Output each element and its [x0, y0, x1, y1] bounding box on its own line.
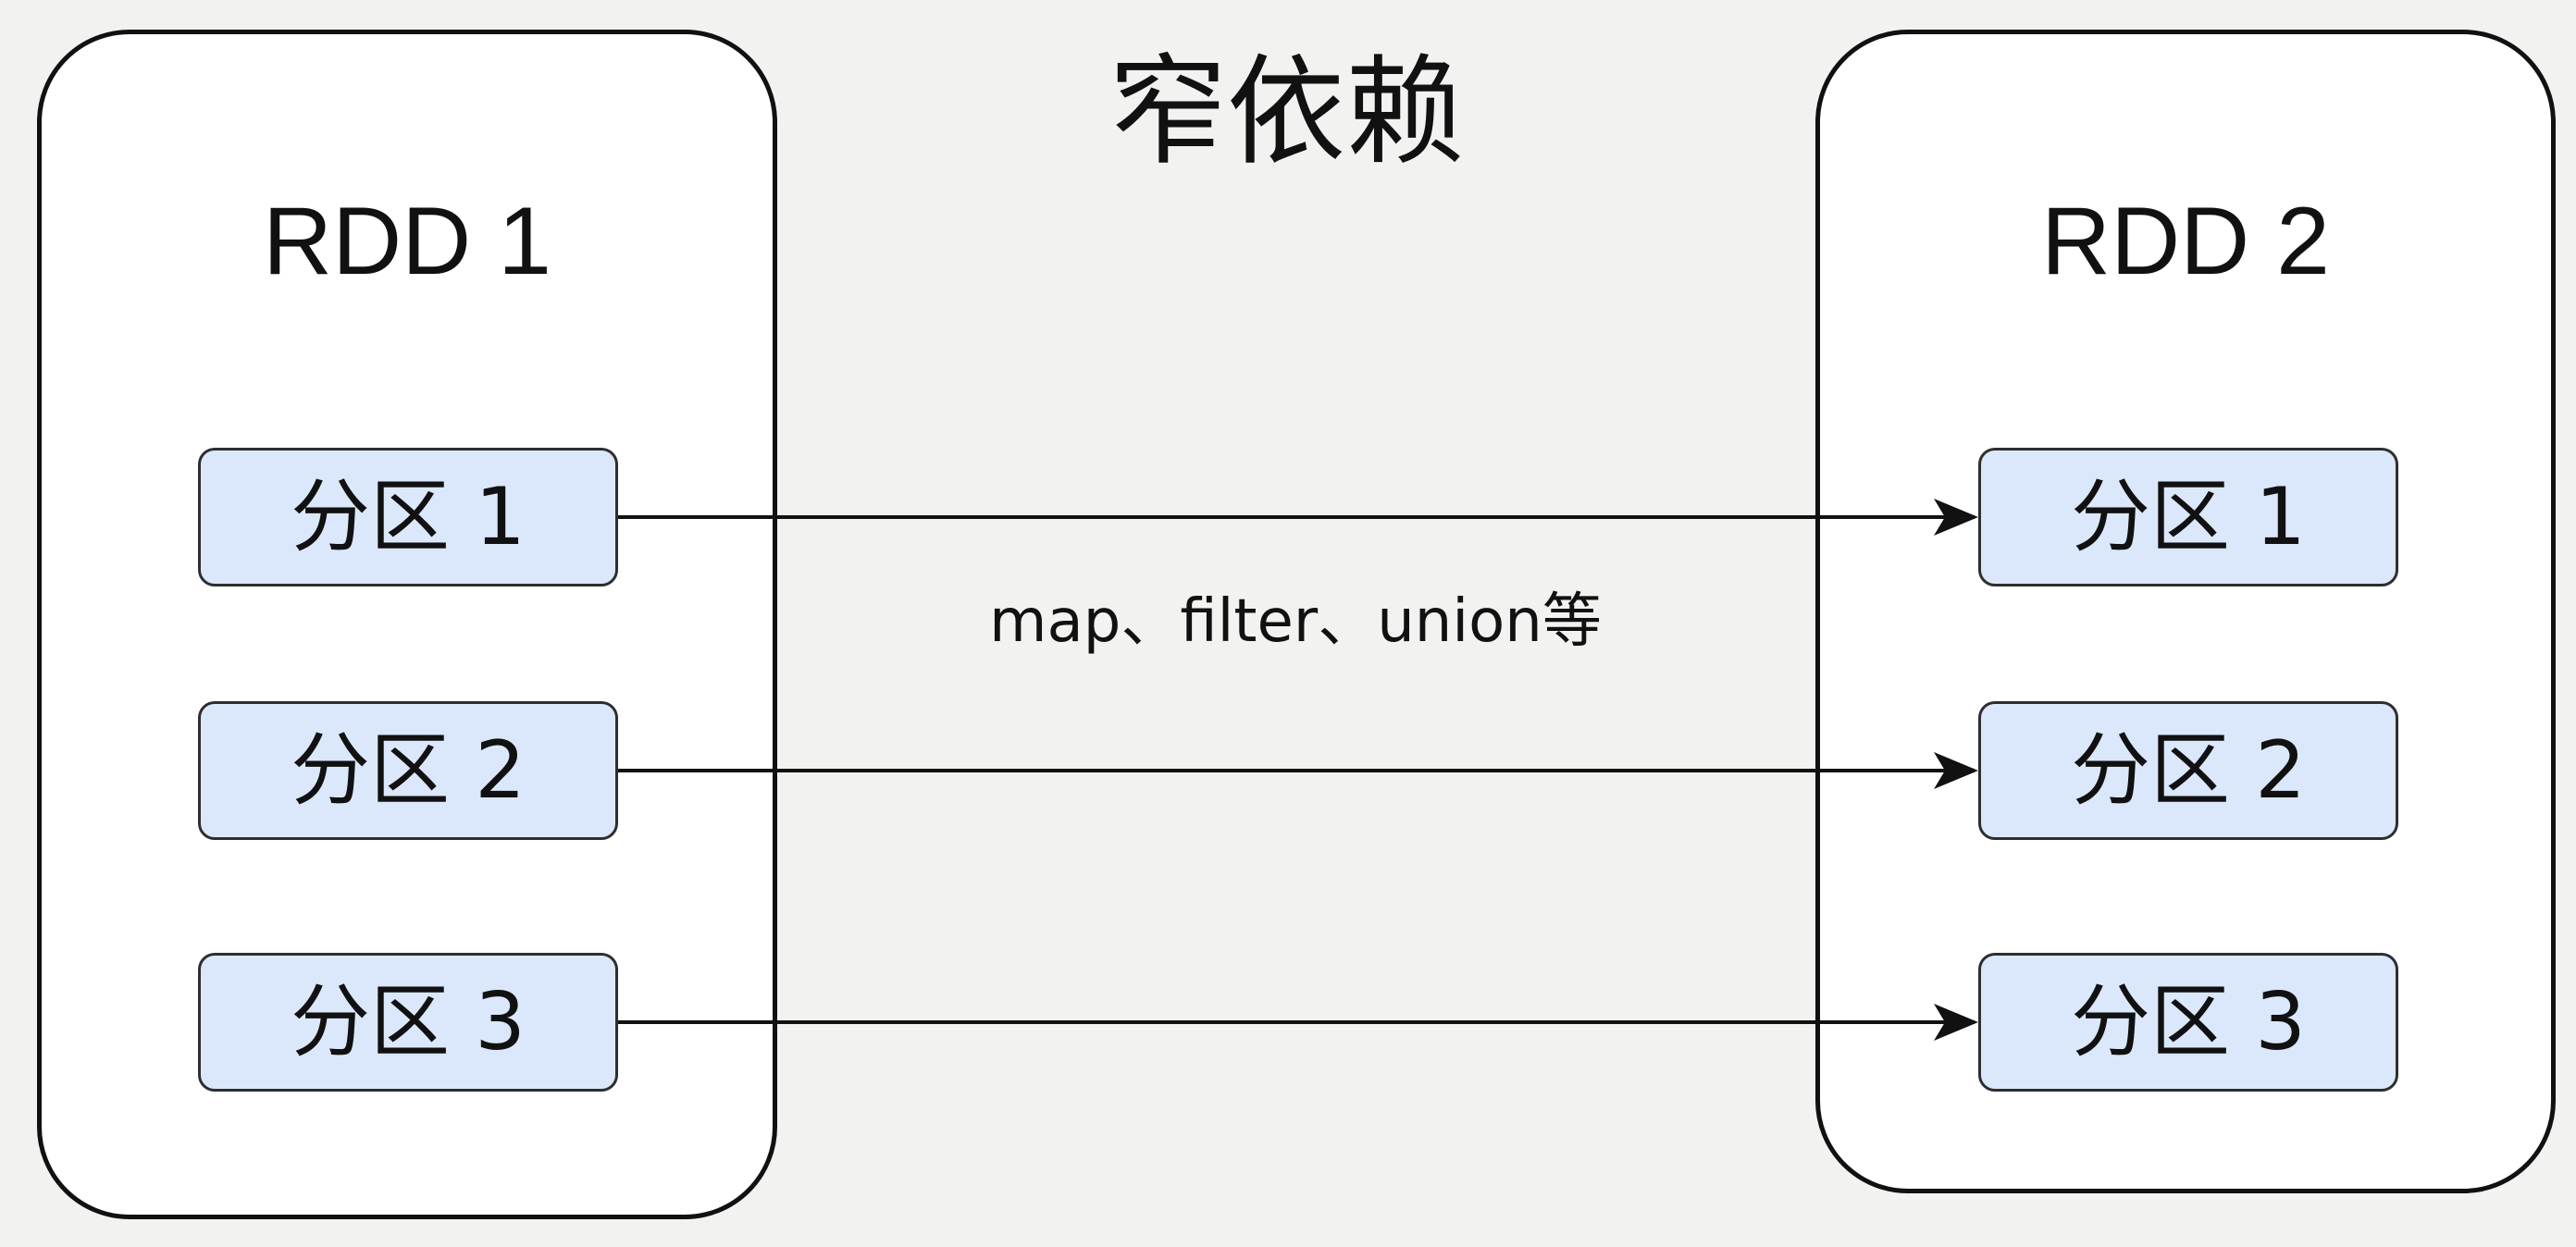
operation-label: map、filter、union等 — [989, 587, 1602, 656]
